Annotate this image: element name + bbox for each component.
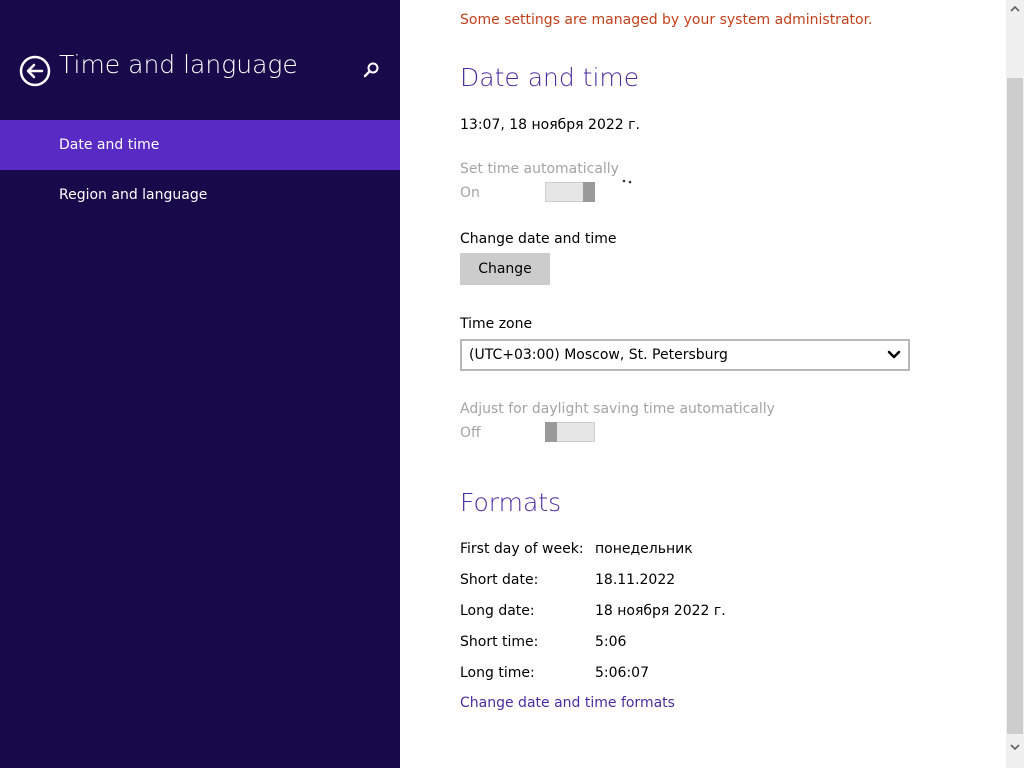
format-label-first-day: First day of week: — [460, 541, 584, 557]
vertical-scrollbar[interactable] — [1006, 0, 1024, 768]
dst-toggle[interactable] — [545, 422, 595, 442]
format-label-short-time: Short time: — [460, 634, 539, 650]
format-label-long-date: Long date: — [460, 603, 535, 619]
chevron-down-icon[interactable] — [1008, 740, 1022, 754]
current-date-time: 13:07, 18 ноября 2022 г. — [460, 117, 640, 133]
change-formats-link[interactable]: Change date and time formats — [460, 695, 675, 711]
toggle-thumb — [583, 182, 595, 202]
sidebar-item-label: Region and language — [59, 187, 208, 203]
date-time-heading: Date and time — [460, 63, 640, 92]
search-icon — [363, 62, 379, 78]
set-time-auto-state: On — [460, 185, 480, 201]
chevron-down-icon — [887, 350, 901, 359]
loading-dots-icon — [622, 179, 632, 184]
sidebar-item-region-and-language[interactable]: Region and language — [0, 170, 400, 220]
time-zone-value: (UTC+03:00) Moscow, St. Petersburg — [469, 347, 728, 363]
toggle-thumb — [545, 422, 557, 442]
sidebar-item-label: Date and time — [59, 137, 160, 153]
format-label-long-time: Long time: — [460, 665, 535, 681]
dst-state: Off — [460, 425, 481, 441]
formats-heading: Formats — [460, 488, 562, 517]
format-label-short-date: Short date: — [460, 572, 539, 588]
dst-label: Adjust for daylight saving time automati… — [460, 401, 775, 417]
chevron-up-icon[interactable] — [1008, 2, 1022, 16]
format-value-first-day: понедельник — [595, 541, 693, 557]
page-title: Time and language — [59, 50, 298, 79]
set-time-auto-label: Set time automatically — [460, 161, 619, 177]
search-button[interactable] — [360, 60, 382, 82]
sidebar: Time and language Date and time Region a… — [0, 0, 400, 768]
admin-warning: Some settings are managed by your system… — [460, 12, 873, 28]
format-value-short-time: 5:06 — [595, 634, 627, 650]
change-date-time-label: Change date and time — [460, 231, 617, 247]
scroll-thumb[interactable] — [1007, 78, 1023, 734]
format-value-short-date: 18.11.2022 — [595, 572, 676, 588]
time-zone-select[interactable]: (UTC+03:00) Moscow, St. Petersburg — [460, 339, 910, 371]
main-content: Some settings are managed by your system… — [400, 0, 1006, 768]
sidebar-item-date-and-time[interactable]: Date and time — [0, 120, 400, 170]
time-zone-label: Time zone — [460, 316, 533, 332]
back-arrow-icon — [19, 55, 51, 87]
change-button[interactable]: Change — [460, 253, 550, 285]
format-value-long-date: 18 ноября 2022 г. — [595, 603, 726, 619]
set-time-auto-toggle[interactable] — [545, 182, 595, 202]
back-button[interactable] — [19, 55, 51, 87]
format-value-long-time: 5:06:07 — [595, 665, 649, 681]
